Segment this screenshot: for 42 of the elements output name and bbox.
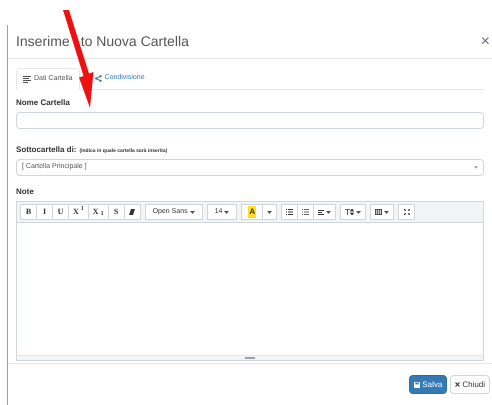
close-icon bbox=[455, 382, 460, 387]
align-icon bbox=[318, 210, 324, 214]
table-icon bbox=[375, 209, 382, 215]
caret-icon bbox=[267, 210, 272, 214]
caret-icon bbox=[356, 210, 362, 214]
eraser-icon bbox=[129, 209, 136, 215]
toolbar-button[interactable] bbox=[297, 204, 314, 220]
toolbar-button[interactable]: X$_{1}$ bbox=[88, 204, 109, 220]
field-label: Note bbox=[16, 186, 35, 198]
toolbar-button[interactable] bbox=[262, 204, 278, 220]
dialog-title: to Nuova Cartella bbox=[80, 32, 189, 51]
toolbar-button[interactable] bbox=[370, 204, 394, 220]
save-button[interactable]: Salva bbox=[409, 375, 448, 394]
caret-icon bbox=[190, 210, 195, 214]
toolbar-button[interactable] bbox=[313, 204, 336, 220]
close-button[interactable]: Chiudi bbox=[450, 375, 490, 394]
text-field[interactable] bbox=[16, 112, 484, 129]
caret-icon bbox=[384, 210, 390, 214]
caret-icon bbox=[474, 166, 478, 169]
toolbar-button[interactable] bbox=[281, 204, 298, 220]
field-label: Sottocartella di: bbox=[16, 144, 76, 156]
toolbar-button[interactable] bbox=[398, 204, 416, 220]
caret-icon bbox=[224, 210, 230, 214]
line-height-icon bbox=[345, 209, 354, 215]
toolbar-button[interactable] bbox=[340, 204, 366, 220]
share-icon bbox=[94, 74, 102, 82]
fullscreen-icon bbox=[404, 209, 410, 215]
list-icon bbox=[23, 76, 31, 82]
close-button[interactable]: × bbox=[480, 34, 490, 50]
toolbar-button[interactable]: A bbox=[241, 204, 264, 220]
toolbar-button[interactable]: I bbox=[36, 204, 53, 220]
toolbar-button[interactable] bbox=[124, 204, 141, 220]
caret-icon bbox=[326, 210, 332, 214]
bullet-list-icon bbox=[286, 209, 294, 215]
resize-handle[interactable] bbox=[245, 357, 255, 359]
toolbar-button[interactable]: X$^{1}$ bbox=[68, 204, 89, 220]
toolbar-button[interactable]: S bbox=[108, 204, 125, 220]
numbered-list-icon bbox=[302, 209, 310, 215]
toolbar-button[interactable]: U bbox=[52, 204, 69, 220]
field-label: Nome Cartella bbox=[16, 97, 71, 109]
dialog-title: Inserime bbox=[16, 32, 70, 51]
toolbar-button[interactable]: B bbox=[20, 204, 37, 220]
